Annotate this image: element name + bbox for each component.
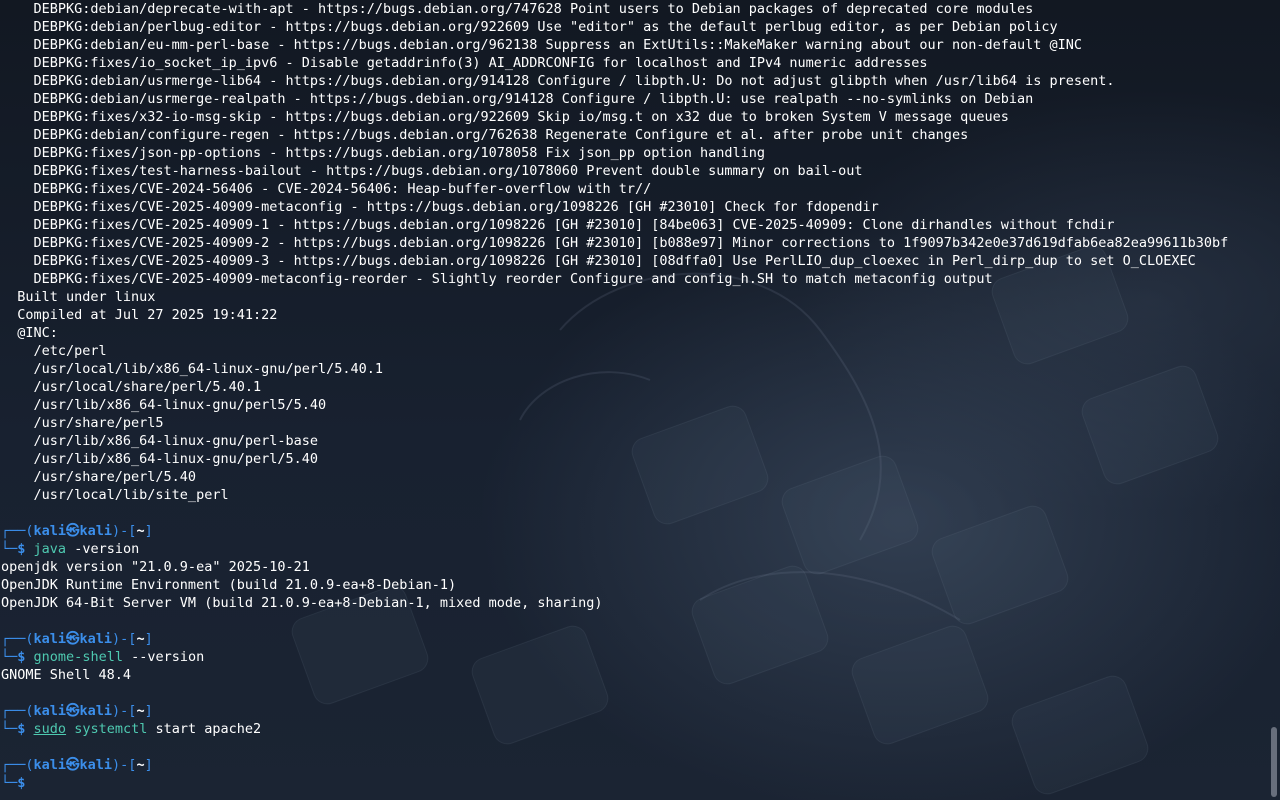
output-line: DEBPKG:debian/perlbug-editor - https://b… bbox=[1, 19, 1058, 35]
output-line: DEBPKG:fixes/CVE-2025-40909-metaconfig-r… bbox=[1, 271, 993, 287]
command-args: -version bbox=[66, 541, 140, 557]
output-line: DEBPKG:fixes/x32-io-msg-skip - https://b… bbox=[1, 109, 1009, 125]
prompt-separator: )-[ bbox=[112, 631, 137, 647]
prompt-corner: ┌──( bbox=[1, 703, 34, 719]
command-sudo: sudo bbox=[33, 721, 67, 737]
command-session: ┌──(kali㉿kali)-[~] └─$ gnome-shell --vers… bbox=[1, 630, 1268, 702]
output-line: DEBPKG:debian/deprecate-with-apt - https… bbox=[1, 1, 1034, 17]
output-line: Compiled at Jul 27 2025 19:41:22 bbox=[1, 307, 278, 323]
prompt-path: ~ bbox=[136, 523, 145, 539]
output-line: DEBPKG:debian/usrmerge-lib64 - https://b… bbox=[1, 73, 1115, 89]
output-line: /usr/local/lib/x86_64-linux-gnu/perl/5.4… bbox=[1, 361, 384, 377]
prompt-corner: ┌──( bbox=[1, 523, 34, 539]
prompt-bracket: ] bbox=[144, 631, 153, 647]
prompt-corner-bottom: └─ bbox=[1, 775, 18, 791]
output-line: DEBPKG:debian/configure-regen - https://… bbox=[1, 127, 969, 143]
output-line: /usr/share/perl5 bbox=[1, 415, 164, 431]
prompt-host: kali bbox=[79, 757, 113, 773]
output-line: DEBPKG:fixes/CVE-2025-40909-1 - https://… bbox=[1, 217, 1115, 233]
prompt-header: ┌──(kali㉿kali)-[~] bbox=[1, 630, 1268, 648]
command-name: systemctl bbox=[74, 721, 148, 737]
terminal-scrollbar[interactable] bbox=[1271, 0, 1277, 800]
prompt-separator: )-[ bbox=[112, 523, 137, 539]
prompt-dollar: $ bbox=[17, 541, 26, 557]
command-session: ┌──(kali㉿kali)-[~] └─$ sudo systemctl sta… bbox=[1, 702, 1268, 756]
prompt-input-line[interactable]: └─$ sudo systemctl start apache2 bbox=[1, 720, 1268, 738]
prompt-corner: ┌──( bbox=[1, 757, 34, 773]
prompt-skull-icon: ㉿ bbox=[66, 631, 80, 647]
prompt-corner-bottom: └─ bbox=[1, 649, 18, 665]
prompt-bracket: ] bbox=[144, 703, 153, 719]
prompt-bracket: ] bbox=[144, 757, 153, 773]
output-line: DEBPKG:debian/usrmerge-realpath - https:… bbox=[1, 91, 1034, 107]
output-line: /usr/share/perl/5.40 bbox=[1, 469, 197, 485]
active-prompt[interactable]: ┌──(kali㉿kali)-[~] └─$ bbox=[1, 756, 1268, 792]
prompt-host: kali bbox=[79, 703, 113, 719]
output-line: /usr/lib/x86_64-linux-gnu/perl5/5.40 bbox=[1, 397, 327, 413]
prompt-input-line[interactable]: └─$ java -version bbox=[1, 540, 1268, 558]
prompt-host: kali bbox=[79, 631, 113, 647]
prompt-user: kali bbox=[33, 757, 67, 773]
output-line: DEBPKG:fixes/CVE-2025-40909-2 - https://… bbox=[1, 235, 1229, 251]
output-line: DEBPKG:fixes/io_socket_ip_ipv6 - Disable… bbox=[1, 55, 928, 71]
prompt-path: ~ bbox=[136, 703, 145, 719]
prompt-header: ┌──(kali㉿kali)-[~] bbox=[1, 522, 1268, 540]
prompt-separator: )-[ bbox=[112, 757, 137, 773]
prompt-skull-icon: ㉿ bbox=[66, 523, 80, 539]
prompt-user: kali bbox=[33, 631, 67, 647]
output-line: /usr/local/share/perl/5.40.1 bbox=[1, 379, 262, 395]
output-line: /usr/lib/x86_64-linux-gnu/perl-base bbox=[1, 433, 318, 449]
output-line: /usr/lib/x86_64-linux-gnu/perl/5.40 bbox=[1, 451, 318, 467]
prompt-user: kali bbox=[33, 523, 67, 539]
prompt-dollar: $ bbox=[17, 721, 26, 737]
command-output-line: GNOME Shell 48.4 bbox=[1, 667, 132, 683]
output-line: DEBPKG:fixes/CVE-2024-56406 - CVE-2024-5… bbox=[1, 181, 652, 197]
prompt-corner-bottom: └─ bbox=[1, 721, 18, 737]
prompt-bracket: ] bbox=[144, 523, 153, 539]
output-line: /etc/perl bbox=[1, 343, 107, 359]
output-line: @INC: bbox=[1, 325, 58, 341]
command-output-line: OpenJDK Runtime Environment (build 21.0.… bbox=[1, 577, 457, 593]
prompt-dollar: $ bbox=[17, 775, 26, 791]
command-args: --version bbox=[122, 649, 205, 665]
command-output-line: openjdk version "21.0.9-ea" 2025-10-21 bbox=[1, 559, 310, 575]
prompt-corner: ┌──( bbox=[1, 631, 34, 647]
prompt-skull-icon: ㉿ bbox=[66, 703, 80, 719]
prompt-path: ~ bbox=[136, 631, 145, 647]
output-line: DEBPKG:fixes/CVE-2025-40909-metaconfig -… bbox=[1, 199, 879, 215]
prompt-separator: )-[ bbox=[112, 703, 137, 719]
command-name: java bbox=[33, 541, 67, 557]
command-sessions: ┌──(kali㉿kali)-[~] └─$ java -version openj… bbox=[1, 522, 1268, 756]
prompt-input-line[interactable]: └─$ bbox=[1, 774, 1268, 792]
prompt-skull-icon: ㉿ bbox=[66, 757, 80, 773]
command-output-line: OpenJDK 64-Bit Server VM (build 21.0.9-e… bbox=[1, 595, 603, 611]
output-line: DEBPKG:fixes/test-harness-bailout - http… bbox=[1, 163, 863, 179]
output-line: Built under linux bbox=[1, 289, 156, 305]
prompt-user: kali bbox=[33, 703, 67, 719]
command-name: gnome-shell bbox=[33, 649, 123, 665]
prompt-host: kali bbox=[79, 523, 113, 539]
scrollbar-thumb[interactable] bbox=[1271, 727, 1277, 797]
command-session: ┌──(kali㉿kali)-[~] └─$ java -version openj… bbox=[1, 522, 1268, 630]
command-args: start apache2 bbox=[147, 721, 262, 737]
prompt-header: ┌──(kali㉿kali)-[~] bbox=[1, 756, 1268, 774]
output-line: DEBPKG:fixes/json-pp-options - https://b… bbox=[1, 145, 766, 161]
prompt-header: ┌──(kali㉿kali)-[~] bbox=[1, 702, 1268, 720]
output-line: DEBPKG:fixes/CVE-2025-40909-3 - https://… bbox=[1, 253, 1196, 269]
terminal-window[interactable]: DEBPKG:debian/deprecate-with-apt - https… bbox=[1, 0, 1268, 800]
prompt-path: ~ bbox=[136, 757, 145, 773]
output-line: /usr/local/lib/site_perl bbox=[1, 487, 229, 503]
output-line: DEBPKG:debian/eu-mm-perl-base - https://… bbox=[1, 37, 1082, 53]
prompt-corner-bottom: └─ bbox=[1, 541, 18, 557]
prompt-dollar: $ bbox=[17, 649, 26, 665]
perl-version-output: DEBPKG:debian/deprecate-with-apt - https… bbox=[1, 0, 1268, 522]
prompt-input-line[interactable]: └─$ gnome-shell --version bbox=[1, 648, 1268, 666]
